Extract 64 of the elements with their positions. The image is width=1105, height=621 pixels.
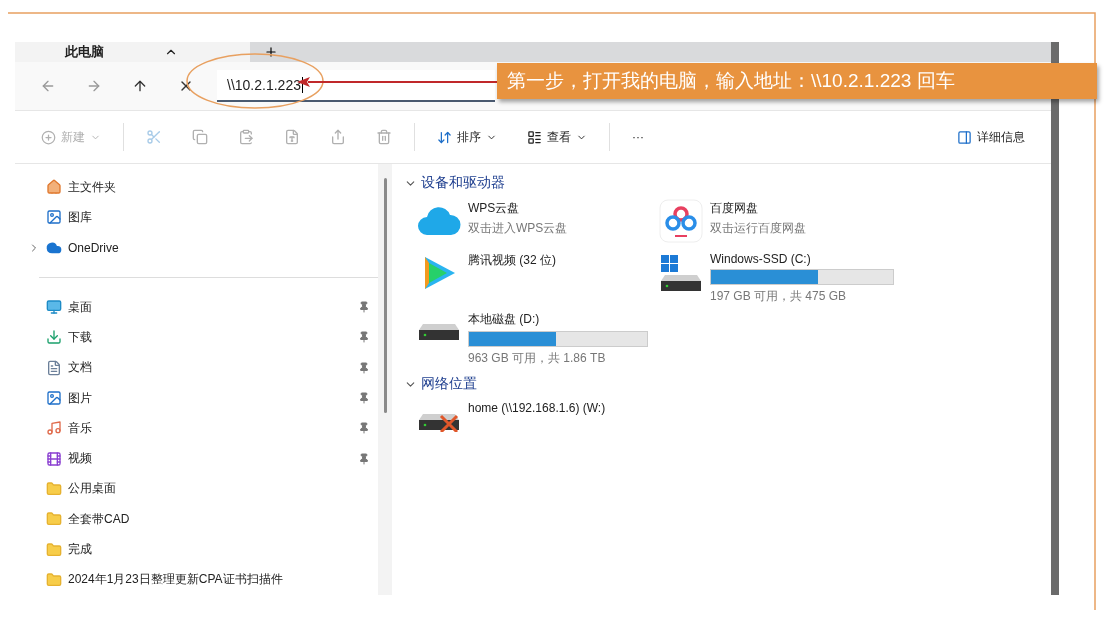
- forward-arrow-icon: [86, 78, 102, 94]
- sidebar-item[interactable]: 下载: [23, 322, 378, 353]
- folder-icon: [45, 570, 63, 589]
- details-button[interactable]: 详细信息: [945, 121, 1037, 153]
- desktop-icon: [45, 298, 63, 317]
- panel-icon: [957, 129, 972, 145]
- sidebar-item[interactable]: 桌面: [23, 291, 378, 323]
- sidebar-item[interactable]: OneDrive: [23, 232, 378, 263]
- sidebar-item[interactable]: 视频: [23, 443, 378, 474]
- folder-icon: [45, 540, 63, 559]
- scrollbar-thumb[interactable]: [383, 178, 387, 413]
- list-view-icon: [527, 129, 542, 145]
- trash-icon: [376, 129, 392, 145]
- address-field[interactable]: \\10.2.1.223: [217, 70, 495, 102]
- section-header[interactable]: 网络位置: [404, 375, 477, 393]
- instruction-callout: 第一步，打开我的电脑，输入地址：\\10.2.1.223 回车: [497, 63, 1097, 99]
- scissors-icon: [146, 129, 162, 145]
- pin-icon[interactable]: [358, 392, 370, 404]
- rename-icon: [284, 129, 300, 145]
- drive-tile[interactable]: WPS云盘 双击进入WPS云盘: [416, 198, 658, 246]
- plus-circle-icon: [41, 129, 56, 145]
- pin-icon[interactable]: [358, 301, 370, 314]
- sidebar-item[interactable]: 图库: [23, 202, 378, 233]
- new-tab-icon[interactable]: [264, 45, 278, 59]
- document-icon: [45, 358, 63, 377]
- drive-tile[interactable]: home (\\192.168.1.6) (W:): [416, 399, 658, 447]
- section-header[interactable]: 设备和驱动器: [404, 174, 505, 192]
- sidebar-item[interactable]: 完成: [23, 534, 378, 565]
- picture-icon: [45, 389, 63, 407]
- clipboard-icon: [238, 129, 254, 145]
- sidebar-item[interactable]: 全套带CAD: [23, 504, 378, 535]
- music-icon: [45, 419, 63, 438]
- up-arrow-icon: [132, 78, 148, 94]
- drive-icon: [659, 253, 703, 293]
- folder-icon: [45, 479, 63, 498]
- view-button[interactable]: 查看: [515, 121, 599, 153]
- more-button[interactable]: ···: [620, 121, 656, 153]
- drive-tile[interactable]: 百度网盘 双击运行百度网盘: [658, 198, 958, 246]
- download-icon: [45, 328, 63, 347]
- sidebar-item[interactable]: 主文件夹: [23, 172, 378, 203]
- sort-button[interactable]: 排序: [425, 121, 509, 153]
- pin-icon[interactable]: [358, 452, 370, 465]
- copy-icon: [192, 129, 208, 145]
- pin-icon[interactable]: [358, 331, 370, 344]
- disconnected-drive-icon: [417, 412, 461, 432]
- home-icon: [45, 178, 63, 197]
- sidebar-item[interactable]: 2024年1月23日整理更新CPA证书扫描件: [23, 564, 378, 596]
- cloud-icon: [417, 205, 461, 237]
- window-tab[interactable]: 此电脑: [15, 42, 250, 62]
- drive-tile[interactable]: 腾讯视频 (32 位): [416, 250, 658, 305]
- sidebar-item[interactable]: 音乐: [23, 413, 378, 444]
- sidebar-item[interactable]: 文档: [23, 352, 378, 383]
- sort-icon: [437, 129, 452, 145]
- video-icon: [45, 449, 63, 468]
- pin-icon[interactable]: [358, 422, 370, 435]
- sidebar-item[interactable]: 公用桌面: [23, 473, 378, 505]
- share-icon: [330, 129, 346, 145]
- gallery-icon: [45, 208, 63, 227]
- drive-icon: [417, 322, 461, 342]
- cloud-app-icon: [659, 199, 703, 243]
- sidebar-item[interactable]: 图片: [23, 382, 378, 414]
- drive-tile[interactable]: 本地磁盘 (D:) 963 GB 可用，共 1.86 TB: [416, 309, 658, 367]
- drive-tile[interactable]: Windows-SSD (C:) 197 GB 可用，共 475 GB: [658, 250, 958, 305]
- pin-icon[interactable]: [358, 361, 370, 374]
